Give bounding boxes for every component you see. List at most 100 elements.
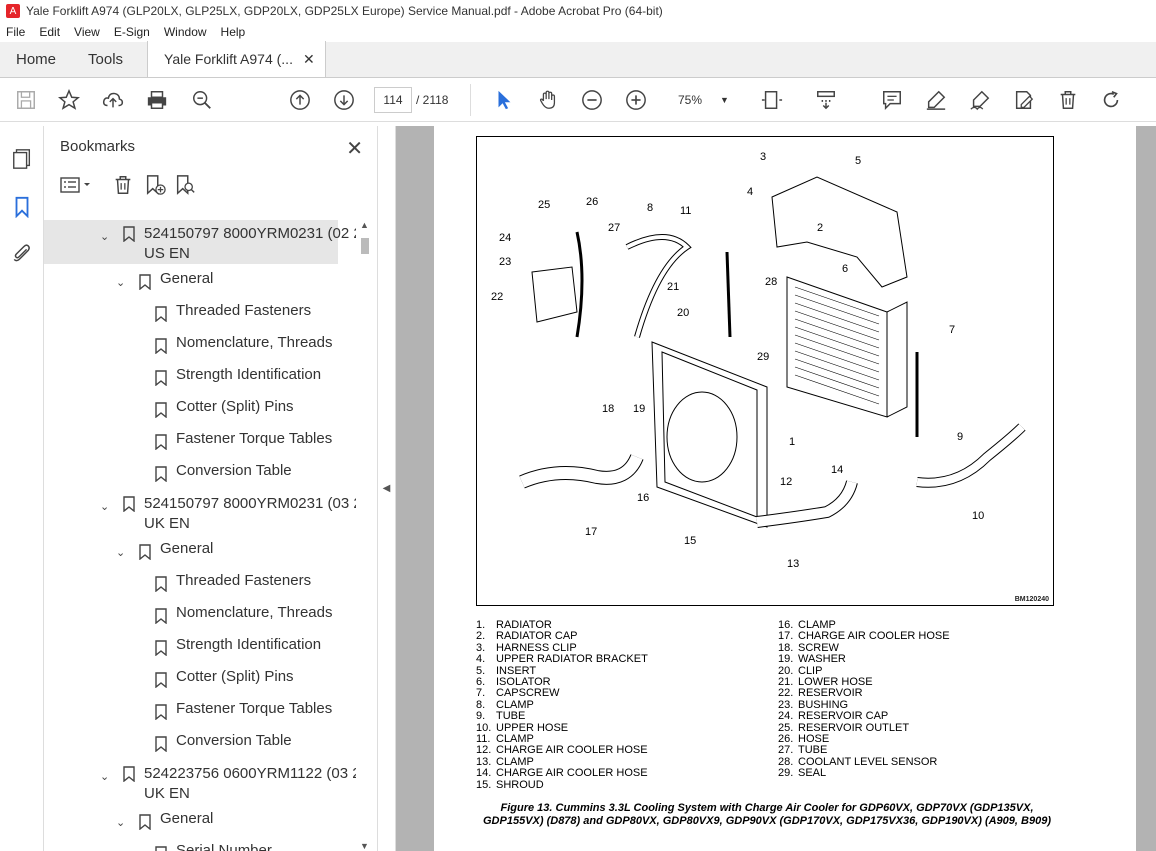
toolbar-divider (470, 84, 471, 116)
delete-bookmark-icon[interactable] (112, 174, 134, 196)
bookmark-item[interactable]: ⌄ 524223756 0600YRM1122 (03 2020) UK EN (44, 760, 356, 804)
menu-edit[interactable]: Edit (39, 25, 60, 39)
draw-sign-icon[interactable] (968, 88, 992, 112)
next-page-icon[interactable] (332, 88, 356, 112)
page-number-input[interactable]: 114 (374, 87, 412, 113)
chevron-down-icon[interactable]: ⌄ (116, 276, 130, 289)
delete-icon[interactable] (1056, 88, 1080, 112)
edit-pdf-icon[interactable] (1012, 88, 1036, 112)
previous-page-icon[interactable] (288, 88, 312, 112)
bookmark-item[interactable]: Strength Identification (44, 636, 344, 658)
bookmark-icon (155, 736, 167, 752)
close-tab-icon[interactable]: ✕ (303, 51, 315, 68)
bookmark-item[interactable]: Strength Identification (44, 366, 344, 388)
legend-text: CLAMP (798, 619, 836, 631)
bookmark-icon (155, 640, 167, 656)
tab-bar: Home Tools Yale Forklift A974 (... ✕ (0, 41, 1156, 78)
bookmark-search-icon[interactable] (174, 174, 196, 196)
save-icon[interactable] (14, 88, 38, 112)
zoom-level-dropdown[interactable]: 75% ▼ (668, 87, 738, 113)
page-fit-icon[interactable] (760, 88, 784, 112)
star-icon[interactable] (57, 88, 81, 112)
chevron-down-icon[interactable]: ⌄ (100, 500, 114, 513)
scroll-mode-icon[interactable] (814, 88, 838, 112)
bookmark-panel-icon[interactable] (11, 196, 33, 218)
bookmark-item[interactable]: Conversion Table (44, 462, 344, 484)
menu-file[interactable]: File (6, 25, 25, 39)
bookmark-options-icon[interactable] (60, 174, 94, 196)
bookmark-item[interactable]: Cotter (Split) Pins (44, 668, 344, 690)
rotate-icon[interactable] (1099, 88, 1123, 112)
select-cursor-icon[interactable] (492, 88, 516, 112)
callout-19: 19 (633, 403, 645, 415)
callout-1: 1 (789, 436, 795, 448)
bookmark-label: Cotter (Split) Pins (176, 668, 294, 685)
zoom-in-icon[interactable] (624, 88, 648, 112)
comment-icon[interactable] (880, 88, 904, 112)
tab-document[interactable]: Yale Forklift A974 (... ✕ (147, 41, 326, 77)
bookmark-item[interactable]: Fastener Torque Tables (44, 430, 344, 452)
legend-row: 15. SHROUD (476, 779, 648, 791)
callout-23: 23 (499, 256, 511, 268)
zoom-search-icon[interactable] (190, 88, 214, 112)
new-bookmark-icon[interactable] (144, 174, 166, 196)
bookmark-item[interactable]: ⌄ General (44, 810, 344, 832)
highlight-pen-icon[interactable] (924, 88, 948, 112)
document-viewer[interactable]: 1 2 3 4 5 6 7 8 9 10 11 12 13 14 16 17 1… (396, 126, 1156, 851)
page-total: / 2118 (416, 93, 449, 107)
bookmark-icon (155, 672, 167, 688)
bookmark-item[interactable]: ⌄ 524150797 8000YRM0231 (03 2020) UK EN (44, 490, 356, 534)
bookmark-item[interactable]: ⌄ 524150797 8000YRM0231 (02 2023) US EN (44, 220, 356, 264)
bookmark-icon (139, 274, 151, 290)
tab-home[interactable]: Home (0, 41, 72, 77)
bookmark-icon (155, 306, 167, 322)
bookmark-item[interactable]: Nomenclature, Threads (44, 334, 344, 356)
bookmark-item[interactable]: Fastener Torque Tables (44, 700, 344, 722)
bookmark-icon (155, 466, 167, 482)
bookmark-item[interactable]: ⌄ General (44, 540, 344, 562)
zoom-out-icon[interactable] (580, 88, 604, 112)
bookmarks-scrollbar[interactable]: ▲ ▼ (359, 220, 371, 851)
menu-window[interactable]: Window (164, 25, 207, 39)
menu-help[interactable]: Help (221, 25, 246, 39)
scroll-down-icon[interactable]: ▼ (360, 841, 369, 851)
hand-tool-icon[interactable] (536, 88, 560, 112)
legend-text: CHARGE AIR COOLER HOSE (496, 744, 648, 757)
callout-15: 15 (684, 535, 696, 547)
legend-row: 29. SEAL (778, 767, 950, 780)
bookmark-label: Nomenclature, Threads (176, 334, 333, 351)
legend-text: TUBE (798, 744, 828, 757)
legend-text: BUSHING (798, 698, 849, 711)
pages-thumbnail-icon[interactable] (11, 148, 33, 170)
collapse-panel-icon[interactable]: ◀ (378, 126, 396, 851)
bookmark-item[interactable]: Nomenclature, Threads (44, 604, 344, 626)
scroll-thumb[interactable] (361, 238, 369, 254)
chevron-down-icon[interactable]: ⌄ (100, 230, 114, 243)
callout-5: 5 (855, 155, 861, 167)
tab-tools[interactable]: Tools (72, 41, 139, 77)
legend-text: HARNESS CLIP (496, 641, 577, 654)
bookmark-item[interactable]: Cotter (Split) Pins (44, 398, 344, 420)
bookmark-item[interactable]: ⌄ General (44, 270, 344, 292)
menu-bar: File Edit View E-Sign Window Help (0, 22, 1156, 42)
bookmark-item[interactable]: Conversion Table (44, 732, 344, 754)
chevron-down-icon[interactable]: ⌄ (116, 816, 130, 829)
bookmark-item[interactable]: Serial Number (44, 842, 344, 851)
scroll-up-icon[interactable]: ▲ (360, 220, 369, 230)
chevron-down-icon[interactable]: ⌄ (116, 546, 130, 559)
bookmark-item[interactable]: Threaded Fasteners (44, 572, 344, 594)
print-icon[interactable] (145, 88, 169, 112)
legend-number: 29. (778, 767, 794, 780)
tab-document-label: Yale Forklift A974 (... (164, 51, 293, 67)
bookmarks-panel: Bookmarks ✕ ⌄ 524150797 8000YRM0231 (02 … (44, 126, 378, 851)
bookmark-item[interactable]: Threaded Fasteners (44, 302, 344, 324)
menu-view[interactable]: View (74, 25, 100, 39)
callout-6: 6 (842, 263, 848, 275)
chevron-down-icon[interactable]: ⌄ (100, 770, 114, 783)
legend-text: LOWER HOSE (798, 676, 873, 689)
close-panel-icon[interactable]: ✕ (346, 136, 363, 161)
attachment-icon[interactable] (11, 242, 33, 264)
menu-esign[interactable]: E-Sign (114, 25, 150, 39)
cloud-upload-icon[interactable] (101, 88, 125, 112)
legend-text: RESERVOIR CAP (798, 710, 889, 723)
